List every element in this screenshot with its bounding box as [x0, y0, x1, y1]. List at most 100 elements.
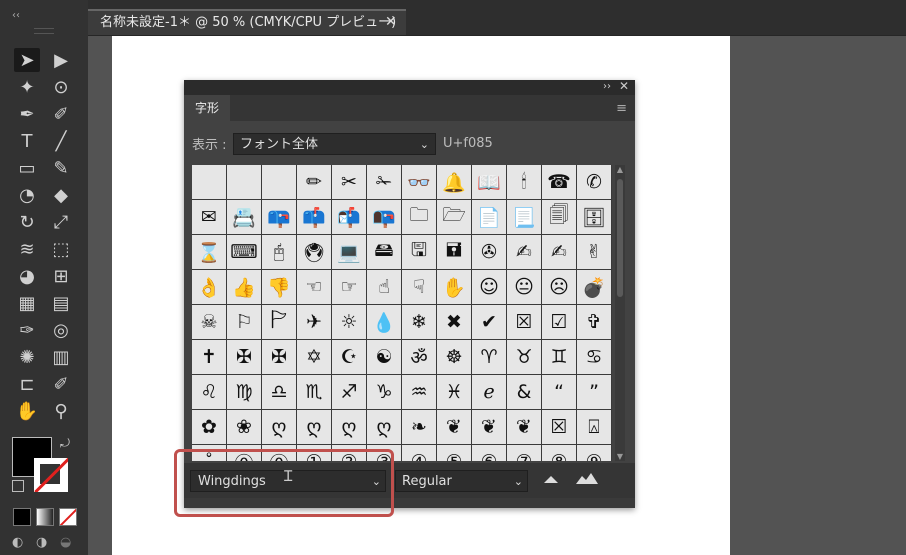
glyph-cell[interactable]: ✂: [332, 165, 366, 199]
glyph-cell[interactable]: ⌛: [192, 235, 226, 269]
large-mountain-icon[interactable]: [576, 472, 598, 484]
glyph-cell[interactable]: ✆: [577, 165, 611, 199]
glyph-cell[interactable]: 🖫: [402, 235, 436, 269]
glyph-cell[interactable]: 📬: [332, 200, 366, 234]
glyph-cell[interactable]: 📫: [297, 200, 331, 234]
glyph-cell[interactable]: ☑: [542, 305, 576, 339]
eyedropper-icon[interactable]: ✑: [14, 318, 40, 342]
default-colors-icon[interactable]: [12, 480, 24, 492]
glyph-cell[interactable]: ✋: [437, 270, 471, 304]
glyph-cell[interactable]: ♈: [472, 340, 506, 374]
glyph-cell[interactable]: 🔔: [437, 165, 471, 199]
glyph-cell[interactable]: ☒: [542, 410, 576, 444]
glyph-cell[interactable]: ☠: [192, 305, 226, 339]
scroll-down-icon[interactable]: ▼: [615, 452, 625, 461]
magic-wand-icon[interactable]: ✦: [14, 75, 40, 99]
eraser-icon[interactable]: ◆: [48, 183, 74, 207]
glyph-cell[interactable]: ☒: [507, 305, 541, 339]
glyph-cell[interactable]: ☞: [332, 270, 366, 304]
glyph-cell[interactable]: ♉: [507, 340, 541, 374]
glyph-cell[interactable]: 🖲: [297, 235, 331, 269]
draw-behind-icon[interactable]: ◑: [36, 535, 47, 550]
glyph-cell[interactable]: 👌: [192, 270, 226, 304]
glyph-cell[interactable]: ✝: [192, 340, 226, 374]
none-mode-icon[interactable]: [59, 508, 77, 526]
small-mountain-icon[interactable]: [544, 475, 558, 483]
glyph-cell[interactable]: 🗀: [402, 200, 436, 234]
mesh-tool-icon[interactable]: ▦: [14, 291, 40, 315]
glyph-cell[interactable]: ⑦: [507, 445, 541, 461]
glyph-cell[interactable]: ⌨: [227, 235, 261, 269]
glyph-cell[interactable]: ❦: [507, 410, 541, 444]
glyph-cell[interactable]: [192, 165, 226, 199]
draw-inside-icon[interactable]: ◒: [60, 535, 71, 550]
hand-tool-icon[interactable]: ✋: [14, 399, 40, 423]
glyph-cell[interactable]: ❄: [402, 305, 436, 339]
glyph-cell[interactable]: 🗐: [542, 200, 576, 234]
glyph-cell[interactable]: 📇: [227, 200, 261, 234]
glyph-cell[interactable]: ⚐: [227, 305, 261, 339]
glyph-cell[interactable]: ❦: [437, 410, 471, 444]
glyph-cell[interactable]: 💣: [577, 270, 611, 304]
glyph-cell[interactable]: ✌: [577, 235, 611, 269]
glyph-cell[interactable]: ☜: [297, 270, 331, 304]
tab-glyphs[interactable]: 字形: [184, 95, 230, 121]
line-tool-icon[interactable]: ╱: [48, 129, 74, 153]
glyph-cell[interactable]: ღ: [367, 410, 401, 444]
lasso-icon[interactable]: ⊙: [48, 75, 74, 99]
glyph-cell[interactable]: ♍: [227, 375, 261, 409]
glyph-cell[interactable]: 🏱: [262, 305, 296, 339]
glyph-cell[interactable]: ❧: [402, 410, 436, 444]
glyph-cell[interactable]: ☹: [542, 270, 576, 304]
glyph-cell[interactable]: ✿: [192, 410, 226, 444]
glyph-cell[interactable]: ⑥: [472, 445, 506, 461]
glyph-cell[interactable]: 🖬: [437, 235, 471, 269]
column-graph-icon[interactable]: ▥: [48, 345, 74, 369]
glyph-cell[interactable]: ✈: [297, 305, 331, 339]
glyph-cell[interactable]: 😐: [507, 270, 541, 304]
glyph-cell[interactable]: ✏: [297, 165, 331, 199]
glyph-cell[interactable]: ✠: [227, 340, 261, 374]
glyph-cell[interactable]: 💻: [332, 235, 366, 269]
glyph-cell[interactable]: ☼: [332, 305, 366, 339]
double-chevron-left-icon[interactable]: ‹‹: [12, 10, 20, 21]
glyph-cell[interactable]: 🗄: [577, 200, 611, 234]
glyph-scrollbar[interactable]: ▲ ▼: [615, 165, 625, 461]
glyph-cell[interactable]: &: [507, 375, 541, 409]
glyph-cell[interactable]: ❦: [472, 410, 506, 444]
glyph-cell[interactable]: 🗁: [437, 200, 471, 234]
glyph-cell[interactable]: [262, 165, 296, 199]
glyph-cell[interactable]: 📃: [507, 200, 541, 234]
glyph-cell[interactable]: ✠: [262, 340, 296, 374]
gradient-tool-icon[interactable]: ▤: [48, 291, 74, 315]
glyph-cell[interactable]: ”: [577, 375, 611, 409]
glyph-cell[interactable]: ♋: [577, 340, 611, 374]
rectangle-tool-icon[interactable]: ▭: [14, 156, 40, 180]
panel-grip[interactable]: [34, 28, 54, 34]
document-tab[interactable]: 名称未設定-1＊ @ 50 % (CMYK/CPU プレビュー) ✕: [88, 9, 406, 35]
pen-tool-icon[interactable]: ✒: [14, 102, 40, 126]
glyph-cell[interactable]: ✡: [297, 340, 331, 374]
glyph-cell[interactable]: ♏: [297, 375, 331, 409]
width-tool-icon[interactable]: ≋: [14, 237, 40, 261]
glyph-cell[interactable]: ⑤: [437, 445, 471, 461]
glyph-cell[interactable]: ღ: [262, 410, 296, 444]
glyph-cell[interactable]: ♊: [542, 340, 576, 374]
glyph-cell[interactable]: ✞: [577, 305, 611, 339]
rotate-tool-icon[interactable]: ↻: [14, 210, 40, 234]
free-transform-icon[interactable]: ⬚: [48, 237, 74, 261]
curvature-tool-icon[interactable]: ✐: [48, 102, 74, 126]
draw-normal-icon[interactable]: ◐: [12, 535, 23, 550]
glyph-cell[interactable]: 👓: [402, 165, 436, 199]
symbol-sprayer-icon[interactable]: ✺: [14, 345, 40, 369]
glyph-cell[interactable]: ♓: [437, 375, 471, 409]
scale-tool-icon[interactable]: ⤢: [48, 210, 74, 234]
glyph-cell[interactable]: 🖴: [367, 235, 401, 269]
glyph-cell[interactable]: ⑨: [577, 445, 611, 461]
glyph-cell[interactable]: 🕯: [507, 165, 541, 199]
glyph-cell[interactable]: ✍: [507, 235, 541, 269]
glyph-cell[interactable]: ♎: [262, 375, 296, 409]
selection-tool-icon[interactable]: ➤: [14, 48, 40, 72]
glyph-cell[interactable]: ☟: [402, 270, 436, 304]
glyph-cell[interactable]: 📭: [367, 200, 401, 234]
